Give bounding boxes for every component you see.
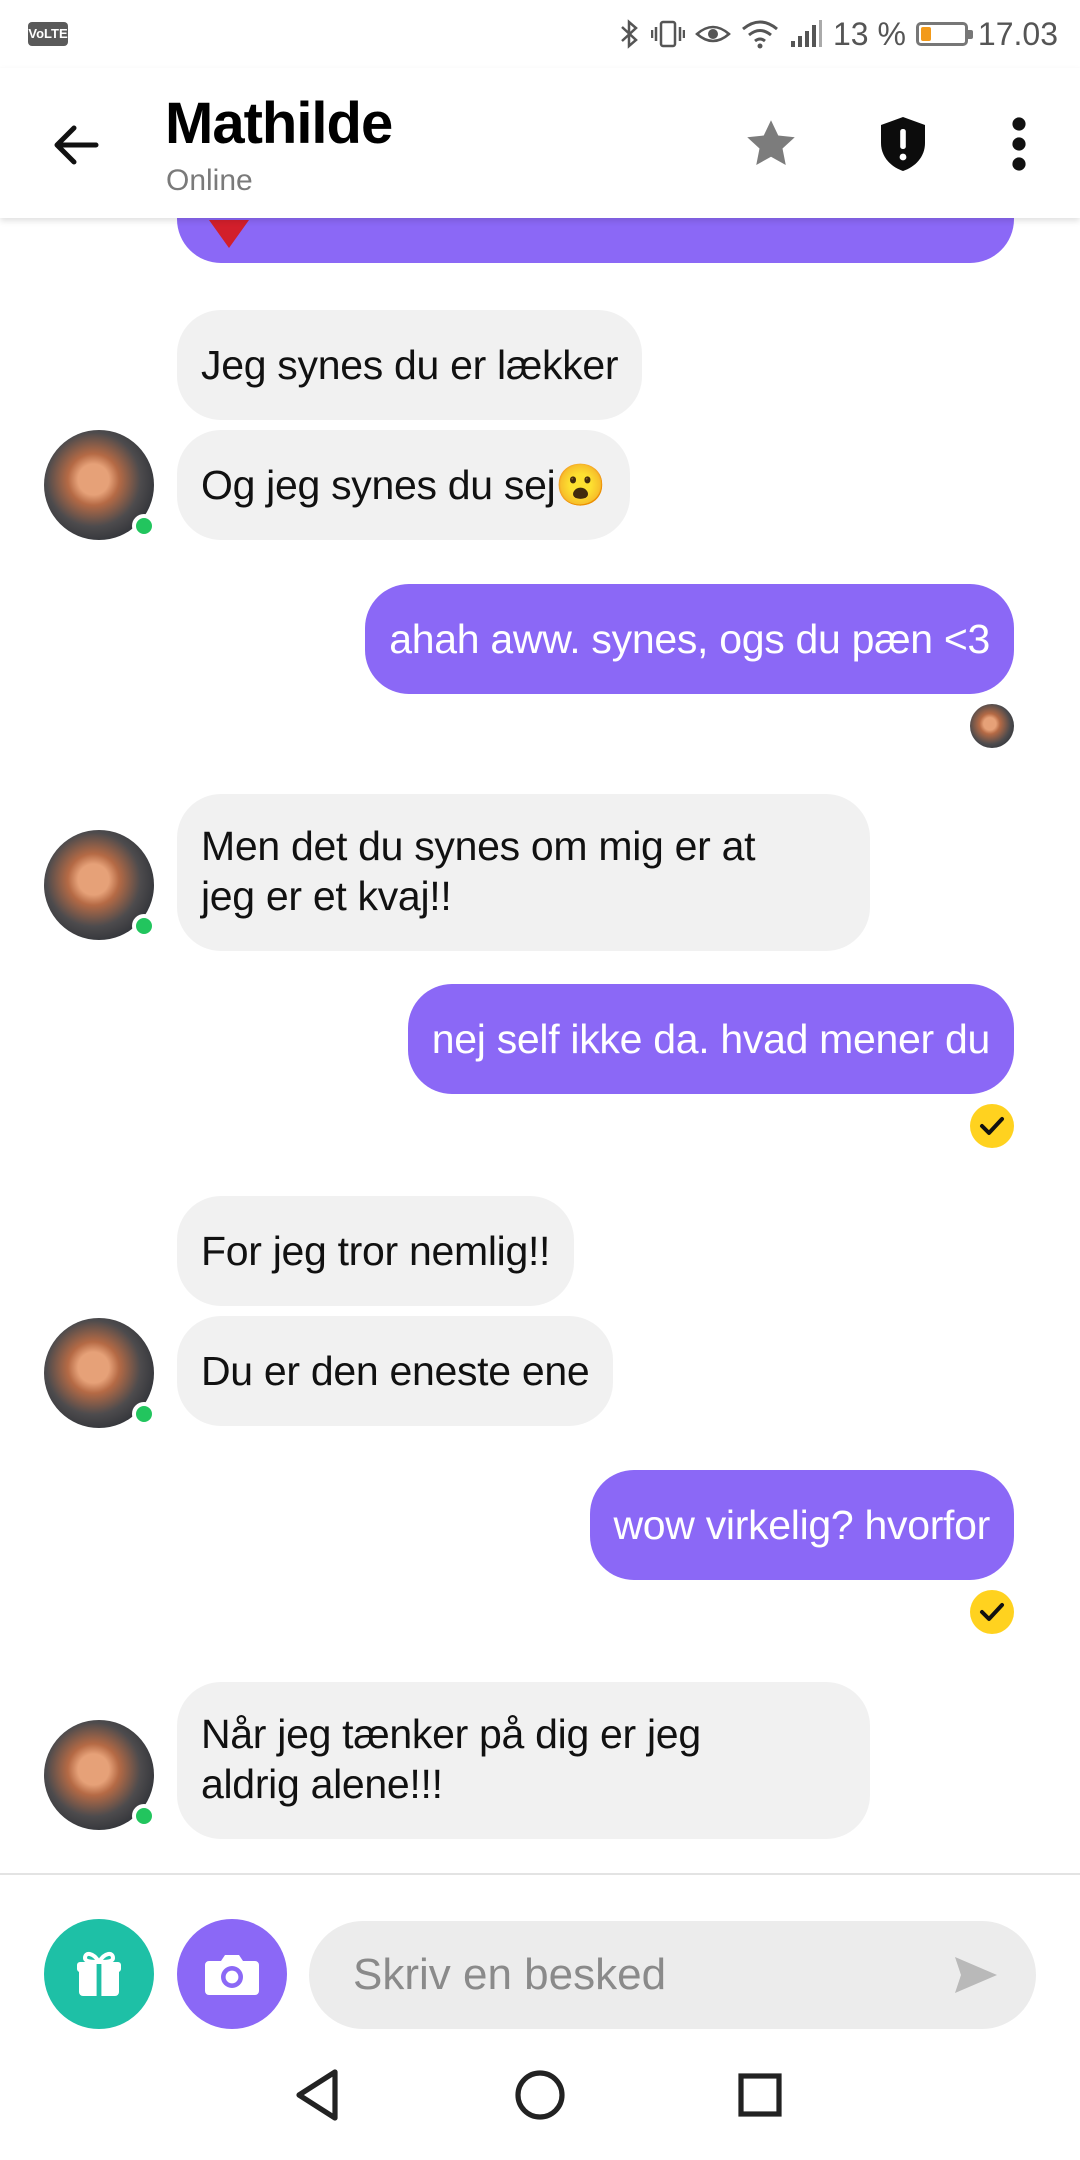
volte-indicator: VoLTE <box>28 22 68 46</box>
send-button[interactable] <box>936 1935 1016 2015</box>
battery-icon <box>915 22 973 46</box>
safety-button[interactable] <box>865 106 941 182</box>
message-bubble-incoming[interactable]: Du er den eneste ene <box>177 1316 614 1426</box>
bluetooth-icon <box>619 18 641 50</box>
chat-header: Mathilde Online <box>0 68 1080 218</box>
seen-avatar-icon <box>970 704 1014 748</box>
eye-icon <box>695 18 731 50</box>
message-bubble-outgoing[interactable]: wow virkelig? hvorfor <box>589 1470 1014 1580</box>
nav-back-button[interactable] <box>283 2060 353 2130</box>
composer-bar <box>0 1873 1080 2029</box>
battery-percent: 13 % <box>832 15 906 52</box>
online-indicator <box>132 514 156 538</box>
message-input[interactable] <box>309 1921 1036 2029</box>
status-bar: VoLTE 13 % 17.03 <box>0 0 1080 68</box>
back-arrow-icon <box>54 125 99 165</box>
message-bubble-incoming[interactable]: For jeg tror nemlig!! <box>177 1196 575 1306</box>
message-bubble-incoming[interactable]: Og jeg synes du sej😮 <box>177 430 631 540</box>
more-options-button[interactable] <box>981 106 1057 182</box>
message-list[interactable]: Jeg synes du er lækker Og jeg synes du s… <box>0 218 1080 1873</box>
contact-name[interactable]: Mathilde <box>165 90 393 157</box>
gift-button[interactable] <box>44 1919 154 2029</box>
more-vert-icon <box>1012 117 1026 171</box>
read-check-icon <box>970 1104 1014 1148</box>
gift-icon <box>77 1951 121 1996</box>
star-icon <box>747 120 795 165</box>
nav-home-button[interactable] <box>505 2060 575 2130</box>
signal-icon <box>789 19 823 49</box>
nav-recents-button[interactable] <box>725 2060 795 2130</box>
message-bubble-incoming[interactable]: Men det du synes om mig er at jeg er et … <box>177 794 870 951</box>
camera-icon <box>205 1955 259 1995</box>
online-indicator <box>132 1804 156 1828</box>
online-indicator <box>132 1402 156 1426</box>
shield-icon <box>881 117 925 171</box>
heart-emoji-icon <box>209 220 249 248</box>
read-check-icon <box>970 1590 1014 1634</box>
online-indicator <box>132 914 156 938</box>
message-bubble-incoming[interactable]: Når jeg tænker på dig er jeg aldrig alen… <box>177 1682 870 1839</box>
system-navigation-bar <box>0 2030 1080 2160</box>
message-bubble-incoming[interactable]: Jeg synes du er lækker <box>177 310 643 420</box>
online-status: Online <box>166 164 253 197</box>
send-icon <box>955 1957 997 1993</box>
wifi-icon <box>741 18 779 50</box>
triangle-back-icon <box>296 2069 338 2121</box>
contact-avatar[interactable] <box>44 1720 156 1830</box>
camera-button[interactable] <box>177 1919 287 2029</box>
vibrate-icon <box>650 18 685 50</box>
square-recents-icon <box>738 2073 782 2117</box>
contact-avatar[interactable] <box>44 430 156 540</box>
contact-avatar[interactable] <box>44 1318 156 1428</box>
message-bubble-outgoing-partial[interactable] <box>177 218 1014 263</box>
message-bubble-outgoing[interactable]: nej self ikke da. hvad mener du <box>407 984 1014 1094</box>
back-button[interactable] <box>44 113 108 177</box>
circle-home-icon <box>515 2070 565 2120</box>
message-bubble-outgoing[interactable]: ahah aww. synes, ogs du pæn <3 <box>365 584 1014 694</box>
favorite-button[interactable] <box>733 106 809 182</box>
clock: 17.03 <box>977 15 1058 52</box>
contact-avatar[interactable] <box>44 830 156 940</box>
